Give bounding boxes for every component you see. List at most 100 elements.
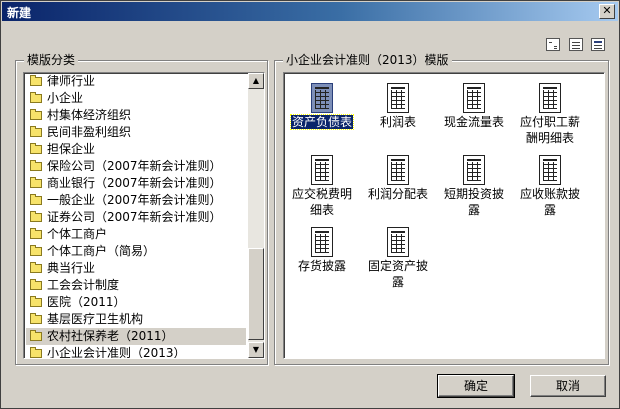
template-group: 小企业会计准则（2013）模版 资产负债表 利润表 现金流量表 应付职工薪酬明细表应交…: [274, 53, 609, 365]
folder-icon: [30, 143, 42, 154]
view-toolbar: [546, 38, 608, 52]
category-item[interactable]: 典当行业: [26, 260, 246, 277]
template-label-line: 短期投资披: [443, 187, 504, 201]
template-label-line: 细表: [309, 203, 334, 217]
template-item-label: 现金流量表: [436, 113, 512, 129]
category-item[interactable]: 小企业会计准则（2013）: [26, 345, 246, 359]
category-item[interactable]: 小企业: [26, 90, 246, 107]
category-item-label: 村集体经济组织: [47, 108, 132, 122]
category-item[interactable]: 律师行业: [26, 73, 246, 90]
category-item-label: 担保企业: [47, 142, 96, 156]
template-item[interactable]: 存货披露: [284, 227, 360, 273]
category-item-label: 小企业会计准则（2013）: [47, 346, 186, 359]
category-item[interactable]: 保险公司（2007年新会计准则）: [26, 158, 246, 175]
template-label-line: 资产负债表: [289, 114, 355, 130]
cancel-button[interactable]: 取消: [530, 375, 606, 397]
folder-icon: [30, 279, 42, 290]
category-item[interactable]: 基层医疗卫生机构: [26, 311, 246, 328]
template-label-line: 酬明细表: [525, 131, 574, 145]
category-item[interactable]: 农村社保养老（2011）: [26, 328, 246, 345]
template-label-line: 利润分配表: [367, 187, 428, 201]
template-item-label: 利润表: [360, 113, 436, 129]
category-item-label: 工会会计制度: [47, 278, 120, 292]
large-icons-view-icon[interactable]: [546, 38, 560, 51]
folder-icon: [30, 194, 42, 205]
template-label-line: 应交税费明: [291, 187, 352, 201]
template-item[interactable]: 应收账款披露: [512, 155, 588, 217]
category-item-label: 商业银行（2007年新会计准则）: [47, 176, 222, 190]
template-item[interactable]: 固定资产披露: [360, 227, 436, 289]
folder-icon: [30, 296, 42, 307]
template-item[interactable]: 应付职工薪 酬明细表: [512, 83, 588, 145]
template-item-label: 应付职工薪 酬明细表: [512, 113, 588, 145]
template-item[interactable]: 现金流量表: [436, 83, 512, 129]
template-label-line: 存货披露: [297, 259, 346, 273]
spreadsheet-icon: [387, 83, 409, 113]
spreadsheet-icon: [311, 227, 333, 257]
template-item[interactable]: 利润分配表: [360, 155, 436, 201]
template-label-line: 露: [467, 203, 480, 217]
category-list: 律师行业 小企业村集体经济组织 民间非盈利组织 担保企业保险公司（2007年新会计准则…: [26, 73, 246, 359]
category-item[interactable]: 商业银行（2007年新会计准则）: [26, 175, 246, 192]
template-item-label: 固定资产披露: [360, 257, 436, 289]
spreadsheet-icon: [311, 83, 333, 113]
spreadsheet-icon: [311, 155, 333, 185]
template-item-label: 短期投资披露: [436, 185, 512, 217]
category-item[interactable]: 证券公司（2007年新会计准则）: [26, 209, 246, 226]
folder-icon: [30, 347, 42, 358]
close-button[interactable]: ✕: [599, 4, 615, 19]
template-panel[interactable]: 资产负债表 利润表 现金流量表 应付职工薪 酬明细表 应交税费明 细表 利润分配表 短期投资披露…: [283, 72, 605, 359]
category-item-label: 一般企业（2007年新会计准则）: [47, 193, 222, 207]
category-item[interactable]: 民间非盈利组织: [26, 124, 246, 141]
category-group-label: 模版分类: [24, 53, 79, 67]
category-item[interactable]: 村集体经济组织: [26, 107, 246, 124]
folder-icon: [30, 245, 42, 256]
category-item-label: 医院（2011）: [47, 295, 126, 309]
template-item[interactable]: 利润表: [360, 83, 436, 129]
category-listbox[interactable]: 律师行业 小企业村集体经济组织 民间非盈利组织 担保企业保险公司（2007年新会计准则…: [23, 72, 265, 359]
category-item-label: 保险公司（2007年新会计准则）: [47, 159, 222, 173]
folder-icon: [30, 313, 42, 324]
template-item-label: 利润分配表: [360, 185, 436, 201]
template-label-line: 应付职工薪: [519, 115, 580, 129]
template-item[interactable]: 应交税费明 细表: [284, 155, 360, 217]
category-item-label: 个体工商户（简易）: [47, 244, 156, 258]
category-scrollbar[interactable]: ▲ ▼: [248, 73, 264, 358]
folder-icon: [30, 330, 42, 341]
folder-icon: [30, 262, 42, 273]
template-item[interactable]: 短期投资披露: [436, 155, 512, 217]
category-group: 模版分类 律师行业 小企业村集体经济组织 民间非盈利组织 担保企业保险公司（2007年…: [15, 53, 268, 365]
category-item-label: 小企业: [47, 91, 84, 105]
dialog-title: 新建: [7, 6, 32, 20]
scroll-down-button[interactable]: ▼: [248, 342, 264, 358]
ok-button[interactable]: 确定: [437, 374, 515, 398]
category-item-label: 个体工商户: [47, 227, 108, 241]
category-item-label: 基层医疗卫生机构: [47, 312, 144, 326]
small-icons-view-icon[interactable]: [569, 38, 583, 51]
title-bar[interactable]: 新建 ✕: [2, 2, 618, 21]
category-item[interactable]: 个体工商户: [26, 226, 246, 243]
spreadsheet-icon: [463, 155, 485, 185]
category-item[interactable]: 一般企业（2007年新会计准则）: [26, 192, 246, 209]
folder-icon: [30, 126, 42, 137]
spreadsheet-icon: [539, 83, 561, 113]
folder-icon: [30, 92, 42, 103]
category-item-label: 民间非盈利组织: [47, 125, 132, 139]
category-item[interactable]: 个体工商户（简易）: [26, 243, 246, 260]
category-item[interactable]: 工会会计制度: [26, 277, 246, 294]
template-group-label: 小企业会计准则（2013）模版: [283, 53, 452, 67]
folder-icon: [30, 211, 42, 222]
category-item-label: 典当行业: [47, 261, 96, 275]
template-label-line: 固定资产披: [367, 259, 428, 273]
category-item-label: 证券公司（2007年新会计准则）: [47, 210, 222, 224]
template-label-line: 露: [543, 203, 556, 217]
scroll-thumb[interactable]: [248, 248, 264, 340]
list-view-icon[interactable]: [591, 38, 605, 51]
category-item[interactable]: 医院（2011）: [26, 294, 246, 311]
template-label-line: 露: [391, 275, 404, 289]
category-item[interactable]: 担保企业: [26, 141, 246, 158]
spreadsheet-icon: [463, 83, 485, 113]
template-item[interactable]: 资产负债表: [284, 83, 360, 130]
template-item-label: 存货披露: [284, 257, 360, 273]
scroll-up-button[interactable]: ▲: [248, 73, 264, 89]
